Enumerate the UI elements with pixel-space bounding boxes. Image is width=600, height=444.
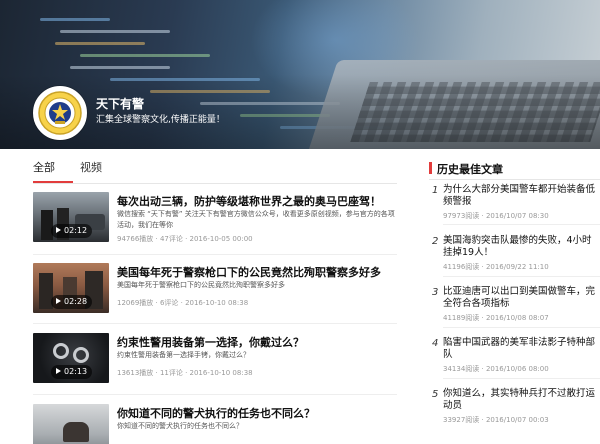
- sidebar-article-title[interactable]: 陷害中国武器的美军非法影子特种部队: [443, 337, 600, 361]
- play-icon: [56, 368, 61, 374]
- article-meta: 94766播放 · 47评论 · 2016-10-05 00:00: [117, 235, 253, 243]
- sidebar-article-rank: 1: [432, 185, 439, 196]
- article-title[interactable]: 你知道不同的警犬执行的任务也不同么？: [117, 405, 397, 421]
- thumb-dog: [63, 422, 89, 442]
- article-divider: [33, 323, 397, 324]
- thumb-handcuff: [73, 347, 89, 363]
- article-item[interactable]: 02:13 约束性警用装备第一选择，你戴过么？ 约束性警用装备第一选择手铐，你戴…: [33, 333, 397, 395]
- video-duration: 02:13: [64, 367, 88, 376]
- video-duration-badge: 02:28: [51, 295, 93, 309]
- banner-shade: [0, 0, 600, 149]
- tab-video[interactable]: 视频: [80, 159, 102, 175]
- sidebar-article-title[interactable]: 你知道么，其实特种兵打不过散打运动员: [443, 388, 600, 412]
- video-duration-badge: 02:13: [51, 365, 93, 379]
- article-thumbnail[interactable]: 02:13: [33, 333, 109, 383]
- article-item[interactable]: 02:28 美国每年死于警察枪口下的公民竟然比殉职警察多好多 美国每年死于警察枪…: [33, 263, 397, 325]
- sidebar-article-title[interactable]: 美国海豹突击队最惨的失败，4小时挂掉19人！: [443, 235, 600, 259]
- article-thumbnail[interactable]: 02:12: [33, 192, 109, 242]
- channel-name: 天下有警: [96, 97, 145, 111]
- article-title[interactable]: 每次出动三辆，防护等级堪称世界之最的奥马巴座驾！: [117, 193, 397, 209]
- article-item[interactable]: 你知道不同的警犬执行的任务也不同么？ 你知道不同的警犬执行的任务也不同么？: [33, 404, 397, 444]
- article-divider: [33, 254, 397, 255]
- sidebar-article-rank: 2: [432, 236, 439, 247]
- thumb-handcuff: [53, 343, 69, 359]
- sidebar-article-meta: 41189阅读 · 2016/10/08 08:07: [443, 314, 549, 322]
- article-meta: 12069播放 · 6评论 · 2016-10-10 08:38: [117, 299, 249, 307]
- article-description: 你知道不同的警犬执行的任务也不同么？: [117, 422, 243, 430]
- sidebar-article-meta: 34134阅读 · 2016/10/06 08:00: [443, 365, 549, 373]
- sidebar-divider: [443, 327, 600, 328]
- article-divider: [33, 394, 397, 395]
- tab-all[interactable]: 全部: [33, 159, 55, 175]
- video-duration: 02:12: [64, 226, 88, 235]
- sidebar-divider: [443, 276, 600, 277]
- sidebar-article-title[interactable]: 为什么大部分美国警车都开始装备低频警报: [443, 184, 600, 208]
- video-duration-badge: 02:12: [51, 224, 93, 238]
- sidebar-article-meta: 33927阅读 · 2016/10/07 00:03: [443, 416, 549, 424]
- article-description: 美国每年死于警察枪口下的公民竟然比殉职警察多好多: [117, 281, 285, 289]
- article-title[interactable]: 约束性警用装备第一选择，你戴过么？: [117, 334, 397, 350]
- article-thumbnail[interactable]: [33, 404, 109, 444]
- article-item[interactable]: 02:12 每次出动三辆，防护等级堪称世界之最的奥马巴座驾！ 微信搜索 “天下有…: [33, 192, 397, 254]
- play-icon: [56, 227, 61, 233]
- video-duration: 02:28: [64, 297, 88, 306]
- channel-logo[interactable]: [33, 86, 87, 140]
- channel-banner: [0, 0, 600, 149]
- thumb-figure: [41, 210, 53, 240]
- active-tab-indicator: [33, 181, 73, 183]
- article-description: 约束性警用装备第一选择手铐，你戴过么？: [117, 351, 250, 359]
- sidebar-article-rank: 4: [432, 338, 439, 349]
- play-icon: [56, 298, 61, 304]
- sidebar-divider: [443, 224, 600, 225]
- sidebar-article-meta: 97973阅读 · 2016/10/07 08:30: [443, 212, 549, 220]
- sidebar-article-rank: 3: [432, 287, 439, 298]
- sidebar-heading: 历史最佳文章: [429, 160, 600, 180]
- article-thumbnail[interactable]: 02:28: [33, 263, 109, 313]
- sidebar-divider: [443, 378, 600, 379]
- channel-slogan: 汇集全球警察文化,传播正能量！: [96, 115, 225, 125]
- content-tabs: 全部 视频: [33, 150, 397, 184]
- sidebar-article-rank: 5: [432, 389, 439, 400]
- article-title[interactable]: 美国每年死于警察枪口下的公民竟然比殉职警察多好多: [117, 264, 397, 280]
- police-badge-icon: [38, 91, 82, 135]
- article-description: 微信搜索 “天下有警” 关注天下有警官方微信公众号，收看更多原创视频，参与官方的…: [117, 210, 395, 229]
- sidebar-article-title[interactable]: 比亚迪唐可以出口到美国做警车，完全符合各项指标: [443, 286, 600, 310]
- sidebar-heading-text: 历史最佳文章: [437, 163, 503, 176]
- article-meta: 13613播放 · 11评论 · 2016-10-10 08:38: [117, 369, 253, 377]
- sidebar-heading-accent: [429, 162, 432, 174]
- sidebar-article-meta: 41196阅读 · 2016/09/22 11:10: [443, 263, 549, 271]
